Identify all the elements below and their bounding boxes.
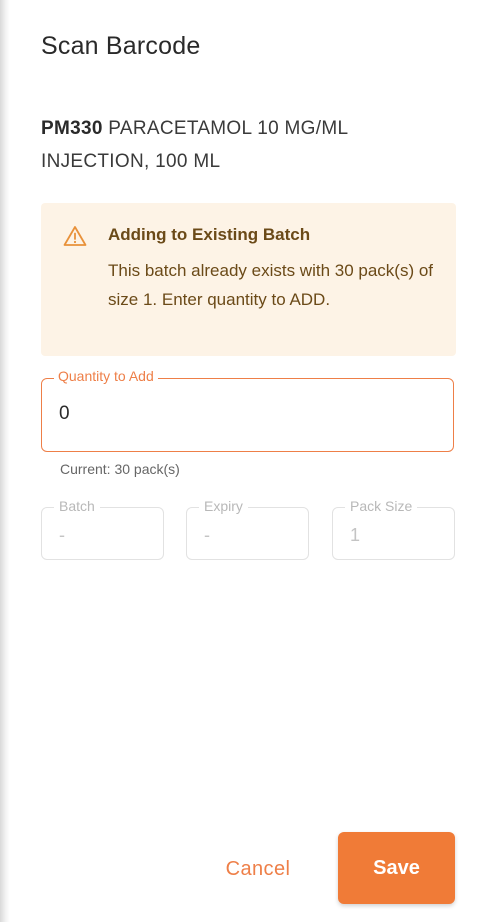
alert-message: This batch already exists with 30 pack(s… bbox=[108, 261, 434, 309]
pack-size-field: Pack Size 1 bbox=[332, 498, 455, 560]
cancel-button[interactable]: Cancel bbox=[208, 836, 308, 902]
save-button[interactable]: Save bbox=[338, 832, 455, 904]
existing-batch-alert: Adding to Existing Batch This batch alre… bbox=[41, 203, 456, 356]
expiry-field-label: Expiry bbox=[199, 498, 248, 514]
quantity-to-add-field[interactable]: Quantity to Add bbox=[41, 368, 454, 452]
dialog-title: Scan Barcode bbox=[41, 32, 201, 60]
warning-triangle-icon bbox=[63, 226, 87, 246]
batch-field-label: Batch bbox=[54, 498, 100, 514]
pack-size-value: 1 bbox=[350, 525, 361, 545]
quantity-field-label: Quantity to Add bbox=[54, 368, 158, 384]
expiry-field: Expiry - bbox=[186, 498, 309, 560]
pack-size-field-label: Pack Size bbox=[345, 498, 418, 514]
window-edge bbox=[0, 0, 10, 922]
alert-title: Adding to Existing Batch bbox=[108, 225, 311, 244]
scan-barcode-dialog: Scan Barcode PM330 PARACETAMOL 10 MG/ML … bbox=[10, 0, 480, 922]
batch-value: - bbox=[59, 525, 65, 545]
batch-field: Batch - bbox=[41, 498, 164, 560]
product-code: PM330 bbox=[41, 118, 103, 139]
product-description: PM330 PARACETAMOL 10 MG/ML INJECTION, 10… bbox=[41, 112, 441, 178]
quantity-input[interactable] bbox=[59, 403, 419, 425]
current-quantity-helper: Current: 30 pack(s) bbox=[60, 461, 180, 477]
expiry-value: - bbox=[204, 525, 210, 545]
